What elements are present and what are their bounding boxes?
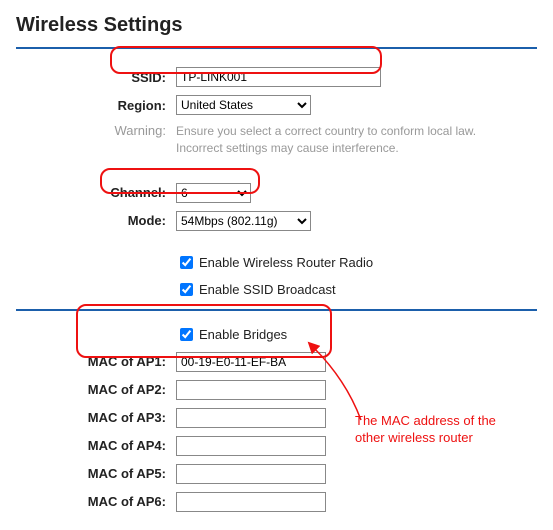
mac-ap2-label: MAC of AP2:: [16, 382, 176, 397]
ssid-label: SSID:: [16, 70, 176, 85]
enable-bridges-label: Enable Bridges: [199, 327, 287, 342]
mac-ap3-input[interactable]: [176, 408, 326, 428]
enable-bridges-checkbox[interactable]: [180, 328, 193, 341]
warning-text: Ensure you select a correct country to c…: [176, 123, 496, 157]
enable-ssid-checkbox[interactable]: [180, 283, 193, 296]
mac-ap2-input[interactable]: [176, 380, 326, 400]
mac-ap6-label: MAC of AP6:: [16, 494, 176, 509]
mac-ap5-label: MAC of AP5:: [16, 466, 176, 481]
mac-ap4-label: MAC of AP4:: [16, 438, 176, 453]
divider-top: [16, 47, 537, 49]
mode-label: Mode:: [16, 213, 176, 228]
mac-ap1-label: MAC of AP1:: [16, 354, 176, 369]
mode-select[interactable]: 54Mbps (802.11g): [176, 211, 311, 231]
page-title: Wireless Settings: [16, 14, 537, 37]
region-select[interactable]: United States: [176, 95, 311, 115]
enable-radio-checkbox[interactable]: [180, 256, 193, 269]
warning-label: Warning:: [16, 123, 176, 138]
ssid-input[interactable]: [176, 67, 381, 87]
region-label: Region:: [16, 98, 176, 113]
mac-ap4-input[interactable]: [176, 436, 326, 456]
divider-mid: [16, 309, 537, 311]
enable-radio-label: Enable Wireless Router Radio: [199, 255, 373, 270]
enable-ssid-label: Enable SSID Broadcast: [199, 282, 336, 297]
annotation-text: The MAC address of the other wireless ro…: [355, 413, 525, 447]
mac-ap3-label: MAC of AP3:: [16, 410, 176, 425]
channel-label: Channel:: [16, 185, 176, 200]
mac-ap1-input[interactable]: [176, 352, 326, 372]
mac-ap5-input[interactable]: [176, 464, 326, 484]
channel-select[interactable]: 6: [176, 183, 251, 203]
mac-ap6-input[interactable]: [176, 492, 326, 512]
